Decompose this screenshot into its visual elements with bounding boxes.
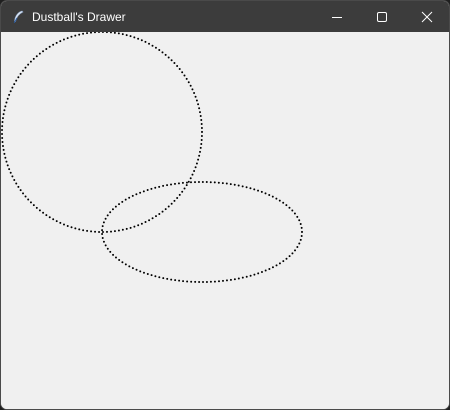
minimize-icon — [331, 16, 342, 18]
maximize-icon — [376, 11, 387, 22]
feather-icon — [10, 9, 26, 25]
drawing-canvas[interactable] — [1, 32, 449, 409]
app-window: Dustball's Drawer — [0, 0, 450, 410]
dotted-ellipse — [101, 181, 303, 283]
window-title: Dustball's Drawer — [32, 9, 126, 24]
minimize-button[interactable] — [314, 1, 359, 32]
window-controls — [314, 1, 449, 32]
close-icon — [421, 11, 432, 22]
close-button[interactable] — [404, 1, 449, 32]
maximize-button[interactable] — [359, 1, 404, 32]
dotted-circle — [1, 32, 203, 233]
title-bar[interactable]: Dustball's Drawer — [1, 1, 449, 32]
